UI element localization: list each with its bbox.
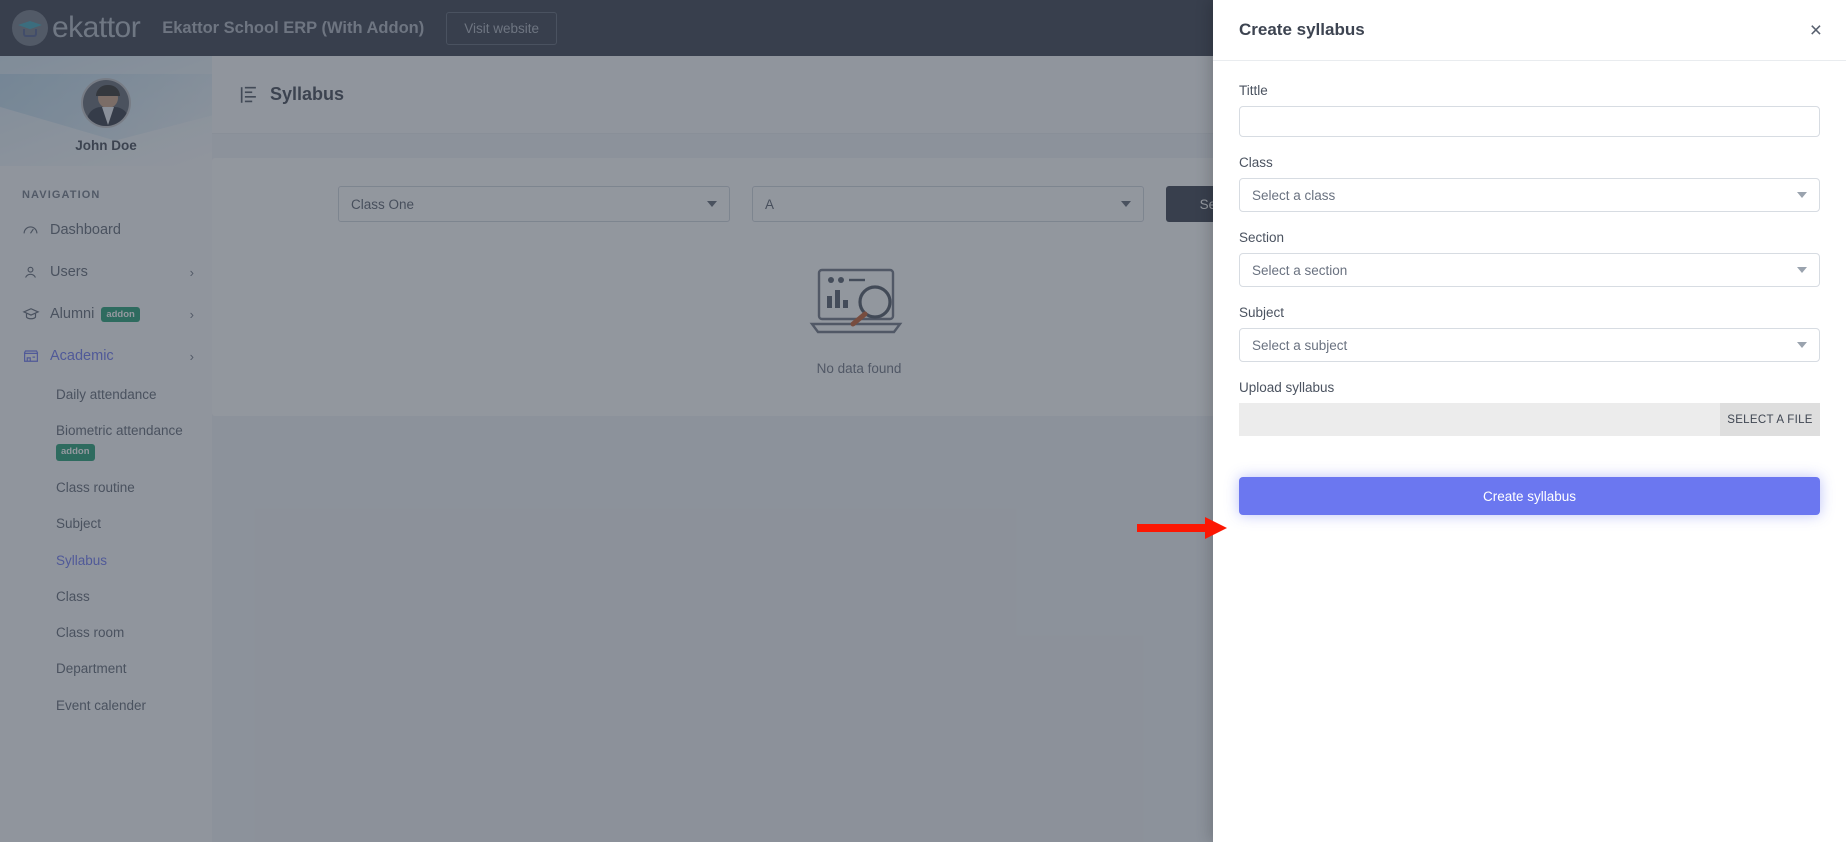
create-syllabus-panel: Create syllabus × Tittle Class Select a … (1213, 0, 1846, 842)
section-select-value: Select a section (1252, 262, 1348, 278)
subject-select[interactable]: Select a subject (1239, 328, 1820, 362)
section-label: Section (1239, 230, 1285, 245)
field-class: Class Select a class (1239, 155, 1820, 212)
field-section: Section Select a section (1239, 230, 1820, 287)
panel-title: Create syllabus (1239, 20, 1365, 39)
file-name-display (1239, 403, 1720, 436)
subject-select-value: Select a subject (1252, 337, 1348, 353)
panel-header: Create syllabus × (1213, 0, 1846, 61)
title-label: Tittle (1239, 83, 1268, 98)
chevron-down-icon (1797, 342, 1807, 348)
create-syllabus-submit-button[interactable]: Create syllabus (1239, 477, 1820, 515)
close-icon[interactable]: × (1810, 20, 1822, 41)
field-title: Tittle (1239, 83, 1820, 137)
select-a-file-button[interactable]: SELECT A FILE (1720, 403, 1820, 436)
class-select[interactable]: Select a class (1239, 178, 1820, 212)
class-label: Class (1239, 155, 1273, 170)
field-subject: Subject Select a subject (1239, 305, 1820, 362)
title-input[interactable] (1239, 106, 1820, 137)
section-select[interactable]: Select a section (1239, 253, 1820, 287)
upload-label: Upload syllabus (1239, 380, 1335, 395)
chevron-down-icon (1797, 267, 1807, 273)
chevron-down-icon (1797, 192, 1807, 198)
class-select-value: Select a class (1252, 187, 1336, 203)
panel-body: Tittle Class Select a class Section Sele… (1213, 61, 1846, 515)
annotation-arrow-icon (1137, 517, 1237, 539)
file-upload-row: SELECT A FILE (1239, 403, 1820, 436)
subject-label: Subject (1239, 305, 1285, 320)
screen: ekattor Ekattor School ERP (With Addon) … (0, 0, 1846, 842)
field-upload-syllabus: Upload syllabus SELECT A FILE (1239, 380, 1820, 436)
